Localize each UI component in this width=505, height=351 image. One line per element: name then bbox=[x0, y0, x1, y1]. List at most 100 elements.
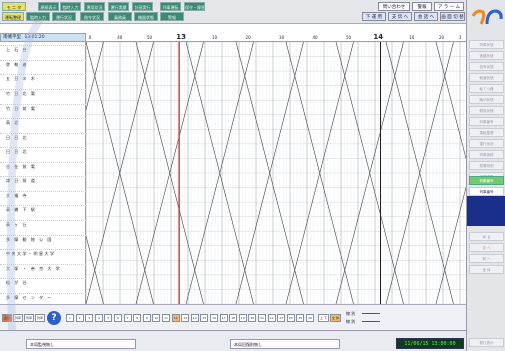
down-operation-button[interactable]: 下 運 用 bbox=[362, 12, 386, 21]
time-tick: 50 bbox=[146, 35, 153, 40]
alert-button[interactable]: ア ラ ー ム bbox=[434, 2, 464, 11]
right-panel-nav-button[interactable]: 前 へ bbox=[469, 254, 504, 263]
station-label: 津 日 前 道 bbox=[0, 176, 86, 184]
right-panel-button[interactable]: 運行状況 bbox=[469, 139, 504, 148]
time-tick: 14 bbox=[373, 33, 384, 41]
page-button[interactable]: 25 bbox=[296, 314, 305, 322]
menu-tab-row2-3[interactable]: 指令状況 bbox=[80, 12, 104, 21]
page-button[interactable]: 8 bbox=[133, 314, 142, 322]
question-icon[interactable]: ? bbox=[47, 311, 61, 325]
station-list: 上 石 台弥 勒 者五 日 ネ 木竹 日 北 電竹 日 前 電高 北日 日 北日… bbox=[0, 42, 86, 304]
time-tick: 50 bbox=[345, 35, 352, 40]
status-center: 本局回復則無し bbox=[230, 339, 340, 349]
menu-tab-row2-4[interactable]: 乗務員 bbox=[108, 12, 132, 21]
page-button[interactable]: 17 bbox=[219, 314, 228, 322]
menu-tab-row1-5[interactable]: 計画実行 bbox=[132, 2, 153, 11]
right-panel-button[interactable]: 軌道状態 bbox=[469, 73, 504, 82]
time-tick: 20 bbox=[245, 35, 251, 40]
right-panel-active-button[interactable]: 列車番号 bbox=[469, 176, 504, 185]
right-panel-button[interactable]: 駅扱状態 bbox=[469, 106, 504, 115]
right-panel-button[interactable]: 信号状態 bbox=[469, 62, 504, 71]
right-panel: 列車状態 進路状態 信号状態 軌道状態 転てつ器 踏切状態 駅扱状態 列車番号 運転整理 運行状況… bbox=[466, 0, 505, 351]
page-button[interactable]: 5 bbox=[104, 314, 113, 322]
bottom-toolbar: 表示 列車 列車 列車? 1 2 3 4 5 6 7 8 9 10 11 12 13 14 15 16 17 18 19 20… bbox=[0, 304, 466, 330]
menu-tab-row1-0[interactable]: モ ニ タ bbox=[2, 2, 26, 11]
screen-switch-button[interactable]: 画 面 切 替 bbox=[440, 12, 465, 21]
right-panel-nav-button[interactable]: 全 体 bbox=[469, 265, 504, 274]
alarm-button[interactable]: 警報 bbox=[412, 2, 432, 11]
right-panel-nav-button[interactable]: 戻 る bbox=[469, 232, 504, 241]
right-panel-button[interactable]: 運転整理 bbox=[469, 128, 504, 137]
train-diagram[interactable] bbox=[86, 42, 466, 304]
page-button[interactable]: 1 bbox=[66, 314, 74, 322]
time-tick: 10 bbox=[409, 35, 415, 40]
station-label: 中央大学・明星大学 bbox=[0, 249, 86, 257]
logo-icon bbox=[471, 9, 503, 25]
page-button[interactable]: 26 bbox=[306, 314, 314, 322]
page-button[interactable]: 3 bbox=[85, 314, 94, 322]
page-button[interactable]: 9 bbox=[142, 314, 151, 322]
menu-tab-row1-4[interactable]: 運行実績 bbox=[108, 2, 129, 11]
page-button[interactable]: 15 bbox=[200, 314, 209, 322]
toolbar-view-button[interactable]: 上 下 bbox=[318, 314, 329, 322]
station-label: 谷 在 前 電 bbox=[0, 161, 86, 170]
page-button[interactable]: 4 bbox=[94, 314, 103, 322]
right-panel-button[interactable]: 転てつ器 bbox=[469, 84, 504, 93]
page-button[interactable]: 13 bbox=[181, 314, 190, 322]
toolbar-mode-button[interactable]: 列車 bbox=[13, 314, 23, 322]
page-button[interactable]: 11 bbox=[162, 314, 170, 322]
right-panel-button[interactable]: 踏切状態 bbox=[469, 95, 504, 104]
menu-tab-row1-1[interactable]: 原紙表示 bbox=[38, 2, 59, 11]
inquiry-button[interactable]: 問い合わせ bbox=[378, 2, 410, 11]
page-button[interactable]: 16 bbox=[210, 314, 218, 322]
menu-tab-row1-3[interactable]: 運用状況 bbox=[84, 2, 105, 11]
menu-tab-row2-2[interactable]: 運行状況 bbox=[52, 12, 76, 21]
toolbar-mode-button[interactable]: 列車 bbox=[35, 314, 45, 322]
time-tick: 10 bbox=[212, 35, 218, 40]
menu-tab-row2-6[interactable]: 警報 bbox=[160, 12, 184, 21]
time-tick: 40 bbox=[312, 35, 318, 40]
toolbar-mode-button[interactable]: 列車 bbox=[24, 314, 34, 322]
page-button[interactable]: 6 bbox=[114, 314, 122, 322]
right-panel-bottom-label: 発行表示 bbox=[469, 338, 504, 347]
station-label: 多 摩 動 物 公 園 bbox=[0, 234, 86, 243]
toolbar-mode-button[interactable]: 表示 bbox=[2, 314, 12, 322]
menu-tab-row2-0[interactable]: 運転整理 bbox=[2, 12, 24, 21]
right-panel-button[interactable]: 発着時刻 bbox=[469, 161, 504, 170]
time-tick: 30 bbox=[279, 35, 285, 40]
page-button[interactable]: 14 bbox=[190, 314, 199, 322]
time-tick: 40 bbox=[117, 35, 123, 40]
right-panel-nav-button[interactable]: 次 へ bbox=[469, 243, 504, 252]
menu-tab-row1-7[interactable]: 保守・障害 bbox=[184, 2, 205, 11]
right-panel-button[interactable]: 列車番号 bbox=[469, 117, 504, 126]
panel-navy-block bbox=[467, 196, 505, 226]
legend-swatch bbox=[362, 321, 380, 322]
menu-tab-row2-1[interactable]: 臨時入力 bbox=[26, 12, 50, 21]
support-button[interactable]: 支 伝 へ bbox=[388, 12, 412, 21]
page-button[interactable]: 2 bbox=[75, 314, 84, 322]
page-button[interactable]: 21 bbox=[258, 314, 266, 322]
page-button[interactable]: 10 bbox=[152, 314, 161, 322]
train-type-label: 南幡平型 13:01:20 bbox=[0, 33, 86, 42]
page-button[interactable]: 20 bbox=[248, 314, 257, 322]
page-button[interactable]: 22 bbox=[267, 314, 276, 322]
menu-tab-row1-2[interactable]: 臨時入力 bbox=[60, 2, 81, 11]
toolbar-view-button[interactable]: 全 体 bbox=[330, 314, 341, 322]
station-label: 日 日 北 bbox=[0, 132, 86, 141]
station-label: 弥 勒 者 bbox=[0, 59, 86, 68]
clock-display: 11/06/15 13:00:00 bbox=[396, 338, 464, 349]
right-panel-button[interactable]: 列車追跡 bbox=[469, 150, 504, 159]
right-panel-button[interactable]: 進路状態 bbox=[469, 51, 504, 60]
menu-tab-row2-5[interactable]: 機器状態 bbox=[134, 12, 158, 21]
right-panel-selected-button[interactable]: 列車番号 bbox=[469, 187, 504, 196]
page-button[interactable]: 7 bbox=[123, 314, 132, 322]
page-button[interactable]: 23 bbox=[277, 314, 286, 322]
right-panel-button[interactable]: 列車状態 bbox=[469, 40, 504, 49]
train-type-name: 南幡平型 bbox=[3, 35, 21, 40]
menu-tab-row1-6[interactable]: 列車運転 bbox=[160, 2, 181, 11]
page-button[interactable]: 24 bbox=[286, 314, 295, 322]
conversation-button[interactable]: 会 話 へ bbox=[414, 12, 438, 21]
page-button[interactable]: 12 bbox=[171, 314, 180, 322]
page-button[interactable]: 19 bbox=[238, 314, 247, 322]
page-button[interactable]: 18 bbox=[229, 314, 238, 322]
